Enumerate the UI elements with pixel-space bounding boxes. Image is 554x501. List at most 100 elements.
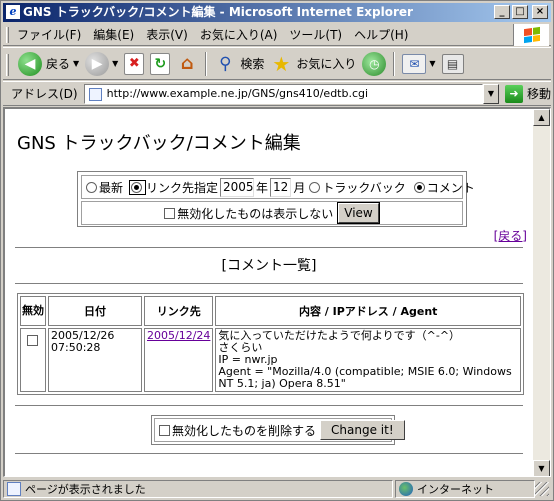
back-link[interactable]: [戻る] [494,227,527,244]
windows-flag-icon [523,26,540,44]
address-bar: アドレス(D) http://www.example.ne.jp/GNS/gns… [3,81,551,106]
favorites-label: お気に入り [296,57,357,71]
menu-favorites[interactable]: お気に入り(A) [196,24,286,46]
menu-file[interactable]: ファイル(F) [13,24,89,46]
status-bar: ページが表示されました インターネット [3,479,551,499]
content-cell: 気に入っていただけたようで何よりです（^-^） さくらい IP = nwr.jp… [215,328,521,392]
minimize-button[interactable]: _ [494,5,510,19]
windows-logo [513,24,549,46]
resize-grip[interactable] [535,482,549,496]
favorites-button[interactable]: ★ お気に入り [267,50,359,78]
radio-comment[interactable] [413,181,425,193]
refresh-button[interactable]: ↻ [147,50,173,78]
address-label: アドレス(D) [11,87,78,101]
radio-latest-label: 最新 [99,180,124,195]
maximize-button[interactable]: □ [512,5,528,19]
favorites-star-icon: ★ [272,51,291,76]
refresh-icon: ↻ [150,52,171,75]
mail-button[interactable]: ✉ ▼ [399,50,438,78]
radio-link-date-option[interactable] [129,179,147,195]
delete-disabled-checkbox[interactable] [159,424,170,436]
column-header-disabled: 無効 [20,296,46,326]
radio-latest[interactable] [86,181,97,193]
go-label: 移動 [526,87,551,101]
filter-form: 最新 リンク先指定 2005 年 12 月 トラックバック コメント 無効化した… [77,171,475,227]
ie-icon: e [6,5,20,19]
home-icon: ⌂ [180,53,194,74]
year-unit: 年 [256,180,269,195]
address-url: http://www.example.ne.jp/GNS/gns410/edtb… [106,87,369,100]
go-button[interactable]: ➜ 移動 [504,84,551,103]
row-link[interactable]: 2005/12/24 [147,329,210,342]
window-controls: _ □ × [494,5,548,19]
address-dropdown-button[interactable]: ▼ [483,83,499,104]
comment-table: 無効 日付 リンク先 内容 / IPアドレス / Agent 2005/12/2… [17,293,524,395]
mail-icon: ✉ [402,53,427,74]
hide-disabled-label: 無効化したものは表示しない [177,206,334,221]
scroll-down-icon[interactable]: ▼ [533,460,550,476]
column-header-link: リンク先 [144,296,214,326]
radio-trackback[interactable] [309,181,321,193]
forward-arrow-icon: ▶ [85,51,110,76]
mail-dropdown-icon[interactable]: ▼ [429,59,435,68]
row-comment-text: 気に入っていただけたようで何よりです（^-^） [218,329,461,342]
delete-disabled-label: 無効化したものを削除する [172,423,317,438]
menu-tools[interactable]: ツール(T) [285,24,350,46]
title-bar: e GNS トラックバック/コメント編集 - Microsoft Interne… [3,3,551,22]
back-dropdown-icon[interactable]: ▼ [73,59,79,68]
date-cell: 2005/12/26 07:50:28 [48,328,142,392]
search-label: 検索 [240,57,265,71]
menubar-grip[interactable] [6,27,9,43]
change-button[interactable]: Change it! [320,420,405,440]
row-agent: Agent = "Mozilla/4.0 (compatible; MSIE 6… [218,365,512,390]
history-button[interactable]: ◷ [359,50,389,78]
filter-submit-row: 無効化したものは表示しない View [81,201,463,225]
back-button[interactable]: ◀ 戻る ▼ [15,50,82,78]
close-button[interactable]: × [532,5,548,19]
back-arrow-icon: ◀ [18,51,42,76]
disable-cell [20,328,46,392]
stop-button[interactable]: ✖ [121,50,147,78]
menu-help[interactable]: ヘルプ(H) [350,24,416,46]
row-time: 07:50:28 [51,341,101,354]
radio-latest-option[interactable]: 最新 [86,179,123,196]
toolbar-separator [205,51,208,76]
address-input[interactable]: http://www.example.ne.jp/GNS/gns410/edtb… [83,83,483,104]
month-unit: 月 [293,180,306,195]
home-button[interactable]: ⌂ [173,50,201,78]
menu-view[interactable]: 表示(V) [142,24,196,46]
radio-link-date[interactable] [131,181,143,193]
print-button[interactable]: ▤ [439,50,467,78]
delete-form-row: 無効化したものを削除する Change it! [154,418,405,442]
status-pane: ページが表示されました [3,480,393,498]
divider [15,405,523,407]
view-button[interactable]: View [338,203,379,223]
menu-bar: ファイル(F) 編集(E) 表示(V) お気に入り(A) ツール(T) ヘルプ(… [3,24,551,46]
view-button-frame: View [337,202,380,224]
column-header-date: 日付 [48,296,142,326]
radio-trackback-option[interactable]: トラックバック [309,179,406,196]
divider [15,453,523,455]
vertical-scrollbar[interactable]: ▲ ▼ [533,109,550,476]
globe-icon [399,482,413,496]
page-done-icon [7,482,21,496]
window-title: GNS トラックバック/コメント編集 - Microsoft Internet … [23,5,413,19]
radio-comment-option[interactable]: コメント [413,179,475,196]
filter-options-row: 最新 リンク先指定 2005 年 12 月 トラックバック コメント [81,175,475,199]
divider [15,283,523,285]
browser-window: e GNS トラックバック/コメント編集 - Microsoft Interne… [0,0,554,501]
year-input[interactable]: 2005 [220,177,255,197]
table-row: 2005/12/26 07:50:28 2005/12/24 気に入っていただけ… [20,328,521,392]
hide-disabled-checkbox[interactable] [164,207,176,219]
search-button[interactable]: ⚲ 検索 [211,50,267,78]
scroll-up-icon[interactable]: ▲ [533,109,550,126]
link-cell: 2005/12/24 [144,328,214,392]
toolbar-grip[interactable] [6,54,9,76]
zone-pane: インターネット [395,480,535,498]
toolbar-separator-2 [393,51,396,76]
forward-dropdown-icon[interactable]: ▼ [112,59,118,68]
forward-button[interactable]: ▶ ▼ [82,50,121,78]
month-input[interactable]: 12 [270,177,292,197]
menu-edit[interactable]: 編集(E) [89,24,142,46]
disable-checkbox[interactable] [26,335,38,346]
